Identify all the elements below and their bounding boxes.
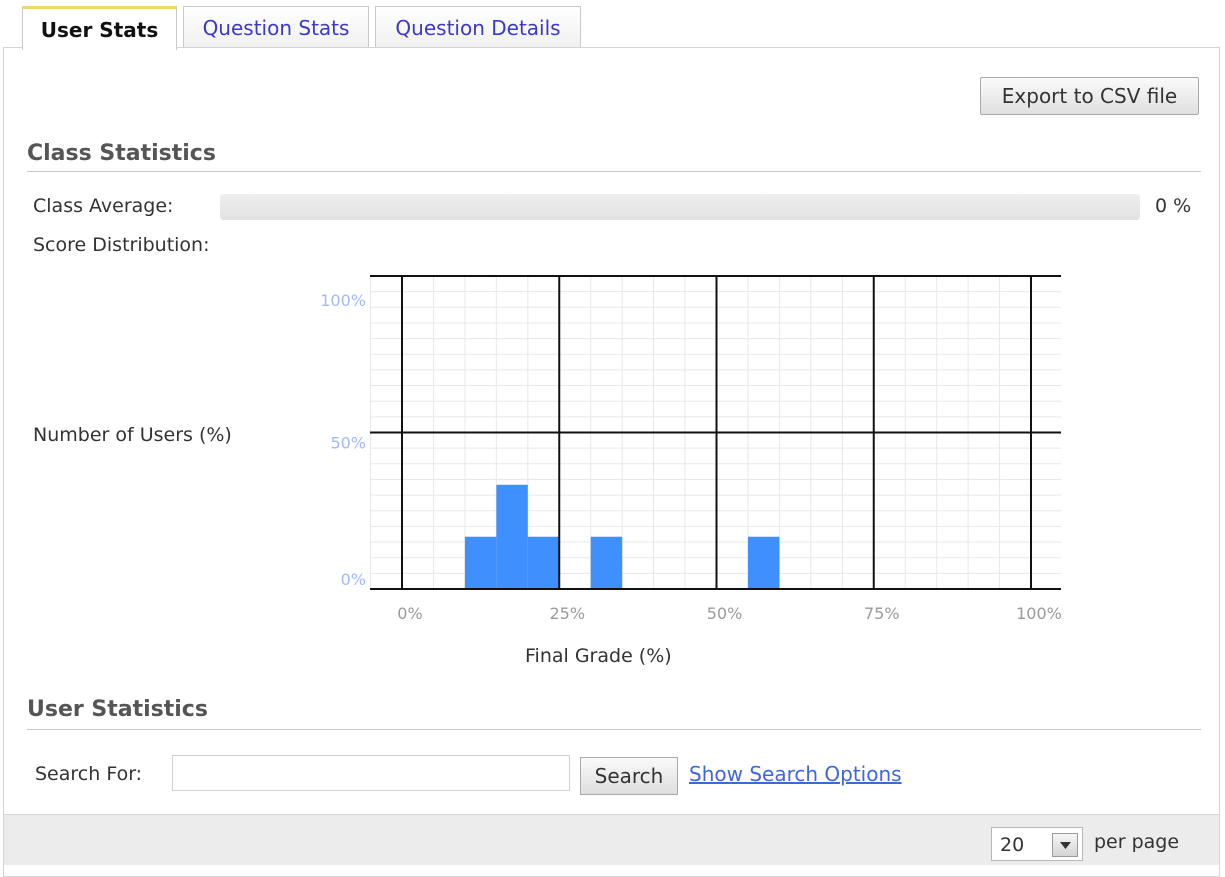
chart-y-tick-label: 0% bbox=[341, 570, 366, 589]
chevron-down-icon[interactable] bbox=[1052, 833, 1078, 857]
search-for-label: Search For: bbox=[35, 763, 143, 785]
chart-bar bbox=[464, 536, 497, 589]
tab-user-stats[interactable]: User Stats bbox=[22, 6, 177, 50]
chart-bar bbox=[747, 536, 780, 589]
chart-x-tick-label: 100% bbox=[1016, 604, 1062, 623]
search-button[interactable]: Search bbox=[580, 757, 678, 795]
score-distribution-chart: 0% 50% 100% 0% 25% 50% 75% 100% bbox=[320, 275, 1062, 623]
user-statistics-heading: User Statistics bbox=[27, 697, 208, 722]
search-input[interactable] bbox=[172, 755, 570, 791]
chart-bar bbox=[527, 536, 560, 589]
per-page-select[interactable]: 20 bbox=[991, 827, 1083, 861]
chart-x-tick-label: 75% bbox=[864, 604, 900, 623]
chart-y-tick-label: 50% bbox=[330, 434, 366, 453]
show-search-options-link[interactable]: Show Search Options bbox=[689, 762, 902, 786]
per-page-value: 20 bbox=[1000, 834, 1025, 856]
user-statistics-divider bbox=[27, 729, 1201, 730]
chart-x-tick-label: 50% bbox=[707, 604, 743, 623]
chart-y-tick-label: 100% bbox=[320, 291, 366, 310]
chart-bar bbox=[590, 536, 623, 589]
chart-x-tick-label: 25% bbox=[549, 604, 585, 623]
chart-bar bbox=[496, 484, 528, 589]
per-page-label: per page bbox=[1094, 831, 1180, 853]
chart-x-tick-label: 0% bbox=[397, 604, 422, 623]
